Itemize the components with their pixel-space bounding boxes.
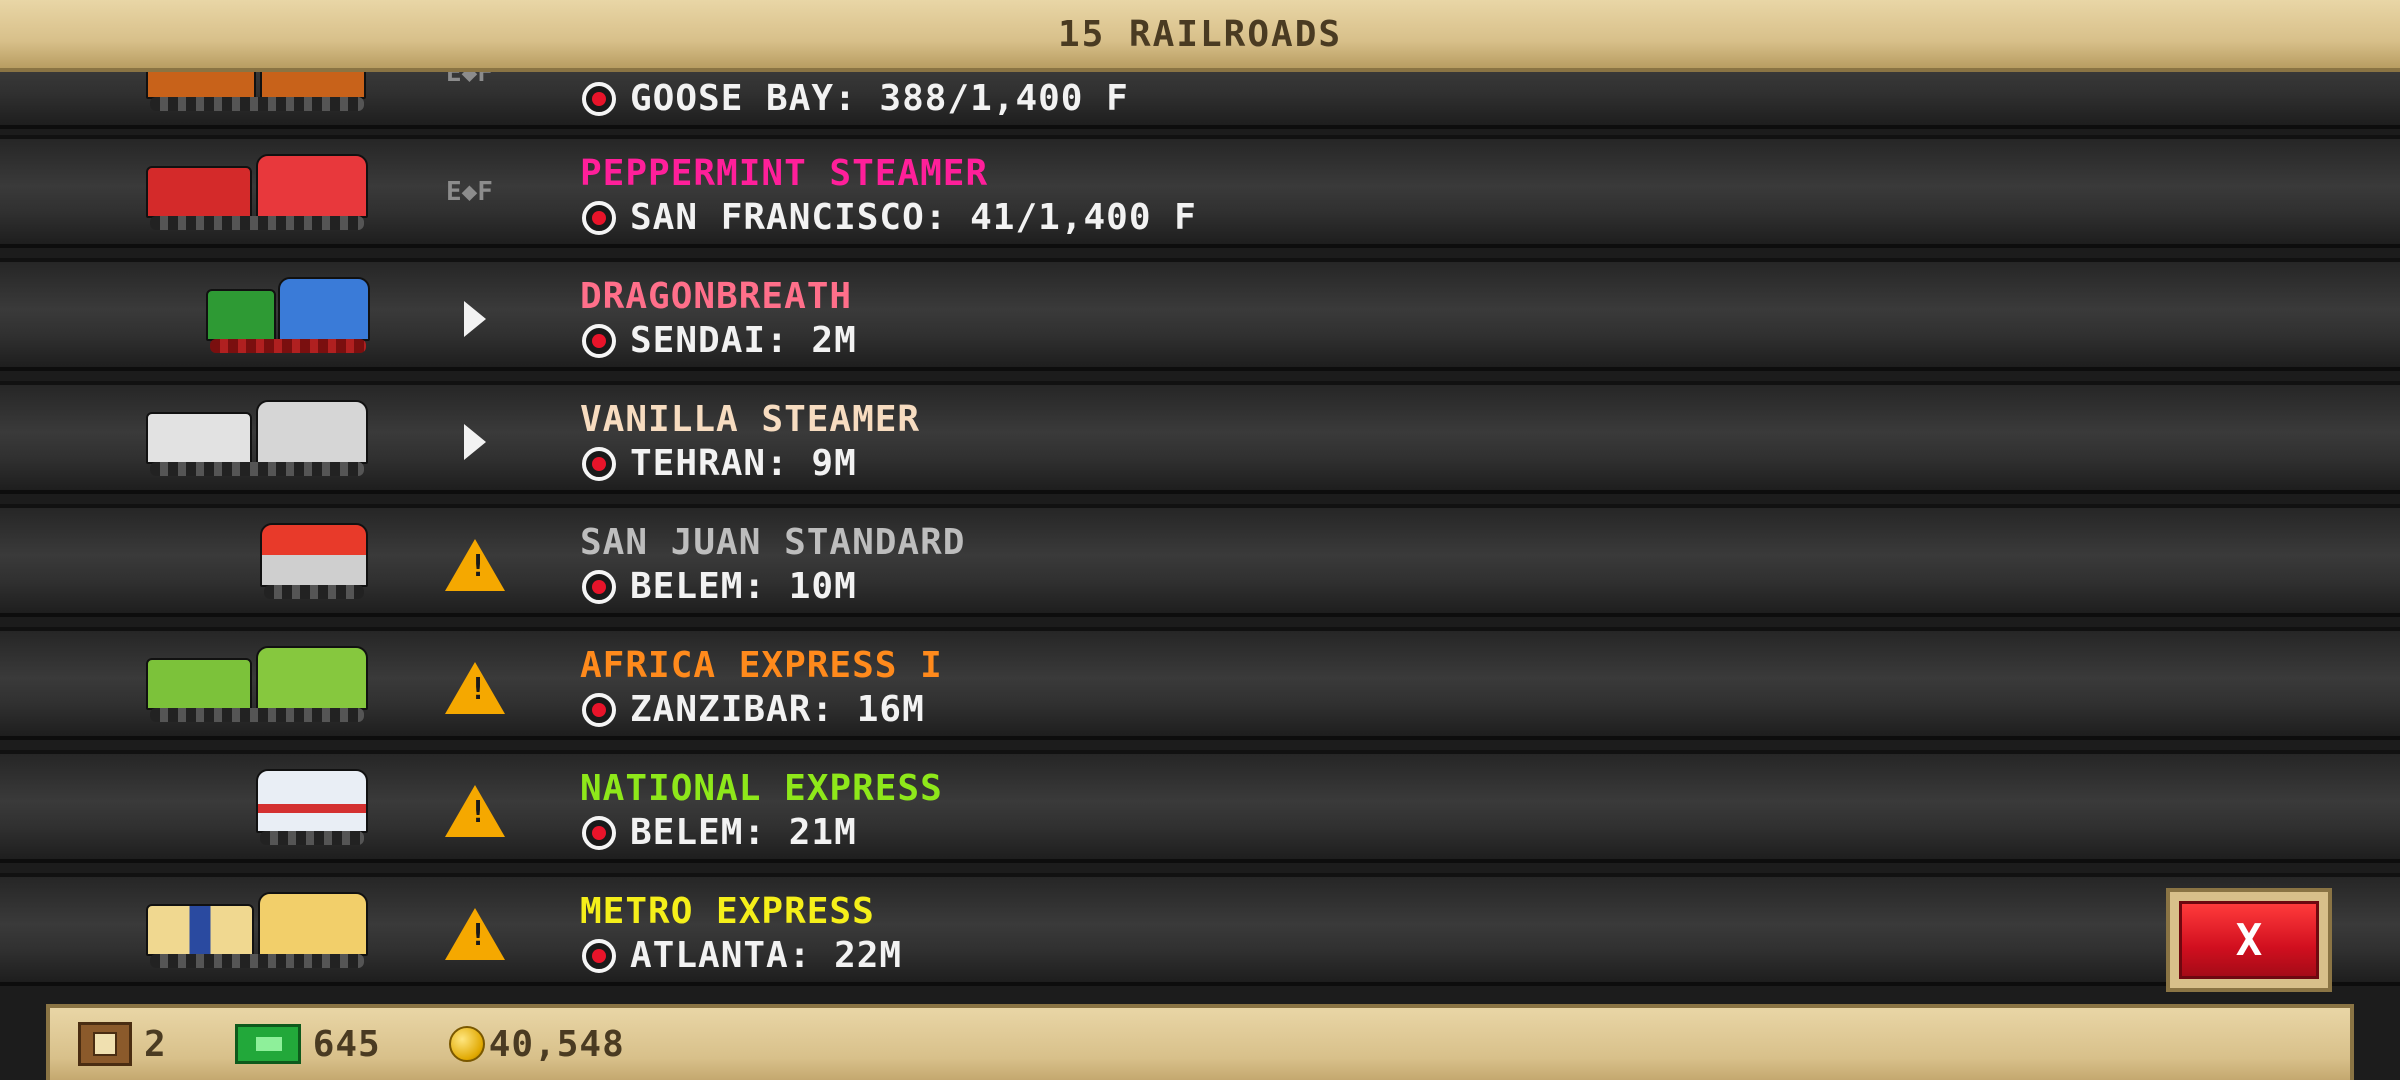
- play-icon[interactable]: [448, 415, 502, 469]
- crates-value: 2: [144, 1023, 167, 1065]
- train-icon: [146, 154, 372, 230]
- train-name: DRAGONBREATH: [580, 276, 853, 317]
- list-item[interactable]: AFRICA EXPRESS I ZANZIBAR: 16M: [0, 627, 2400, 740]
- train-icon: [146, 892, 372, 968]
- train-icon: [260, 523, 372, 599]
- fuel-gauge-icon: E◆F: [446, 177, 493, 207]
- list-item[interactable]: NATIONAL EXPRESS BELEM: 21M: [0, 750, 2400, 863]
- coins-counter: 40,548: [409, 1024, 625, 1065]
- destination-pin-icon: [582, 815, 616, 850]
- train-name: SAN JUAN STANDARD: [580, 522, 966, 563]
- list-item[interactable]: SAN JUAN STANDARD BELEM: 10M: [0, 504, 2400, 617]
- destination-label: ZANZIBAR: 16M: [630, 689, 925, 730]
- destination-pin-icon: [582, 569, 616, 604]
- destination-pin-icon: [582, 692, 616, 727]
- train-name: PEPPERMINT STEAMER: [580, 153, 989, 194]
- cash-counter: 645: [195, 1024, 381, 1065]
- destination-label: BELEM: 21M: [630, 812, 857, 853]
- destination-label: SENDAI: 2M: [630, 320, 857, 361]
- warning-icon[interactable]: [445, 661, 505, 715]
- destination-label: BELEM: 10M: [630, 566, 857, 607]
- railroad-list[interactable]: E◆F GOOSE BAY: 388/1,400 F E◆F PEPPERMIN…: [0, 0, 2400, 1080]
- destination-pin-icon: [582, 446, 616, 481]
- destination-pin-icon: [582, 938, 616, 973]
- destination: GOOSE BAY: 388/1,400 F: [582, 78, 1129, 119]
- train-name: NATIONAL EXPRESS: [580, 768, 943, 809]
- close-icon[interactable]: X: [2179, 901, 2319, 979]
- close-button[interactable]: X: [2166, 888, 2332, 992]
- list-item[interactable]: VANILLA STEAMER TEHRAN: 9M: [0, 381, 2400, 494]
- destination: BELEM: 21M: [582, 812, 857, 853]
- train-name: METRO EXPRESS: [580, 891, 875, 932]
- destination-pin-icon: [582, 81, 616, 116]
- cash-icon: [234, 1024, 301, 1064]
- crate-icon: [78, 1022, 132, 1066]
- destination: ZANZIBAR: 16M: [582, 689, 925, 730]
- train-icon: [256, 769, 372, 845]
- train-icon: [206, 277, 372, 353]
- destination-label: ATLANTA: 22M: [630, 935, 903, 976]
- list-item[interactable]: DRAGONBREATH SENDAI: 2M: [0, 258, 2400, 371]
- coin-icon: [448, 1026, 485, 1062]
- resource-bar: 2 645 40,548: [46, 1004, 2354, 1080]
- crates-counter: 2: [78, 1022, 167, 1066]
- header-bar: 15 RAILROADS: [0, 0, 2400, 72]
- train-name: AFRICA EXPRESS I: [580, 645, 943, 686]
- page-title: 15 RAILROADS: [1057, 13, 1343, 55]
- train-icon: [146, 400, 372, 476]
- destination: TEHRAN: 9M: [582, 443, 857, 484]
- play-icon[interactable]: [448, 292, 502, 346]
- cash-value: 645: [312, 1023, 381, 1065]
- list-item[interactable]: E◆F PEPPERMINT STEAMER SAN FRANCISCO: 41…: [0, 135, 2400, 248]
- destination-label: GOOSE BAY: 388/1,400 F: [630, 78, 1129, 119]
- warning-icon[interactable]: [445, 784, 505, 838]
- destination-label: SAN FRANCISCO: 41/1,400 F: [630, 197, 1197, 238]
- train-icon: [146, 646, 372, 722]
- coins-value: 40,548: [488, 1023, 625, 1065]
- warning-icon[interactable]: [445, 907, 505, 961]
- list-item[interactable]: METRO EXPRESS ATLANTA: 22M: [0, 873, 2400, 986]
- destination: SAN FRANCISCO: 41/1,400 F: [582, 197, 1197, 238]
- destination: SENDAI: 2M: [582, 320, 857, 361]
- destination-pin-icon: [582, 323, 616, 358]
- train-name: VANILLA STEAMER: [580, 399, 921, 440]
- destination: BELEM: 10M: [582, 566, 857, 607]
- warning-icon[interactable]: [445, 538, 505, 592]
- destination-label: TEHRAN: 9M: [630, 443, 857, 484]
- destination-pin-icon: [582, 200, 616, 235]
- destination: ATLANTA: 22M: [582, 935, 902, 976]
